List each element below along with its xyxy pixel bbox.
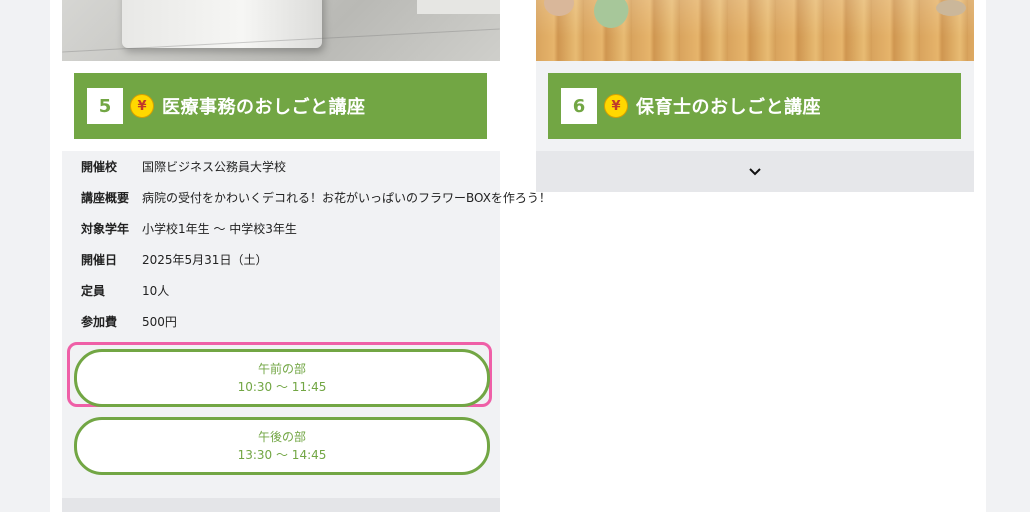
session-name: 午後の部 <box>257 430 306 444</box>
detail-label: 開催校 <box>81 159 118 174</box>
expand-details-button[interactable] <box>536 151 974 192</box>
detail-row-fee: 参加費 500円 <box>81 313 177 329</box>
detail-value: 国際ビジネス公務員大学校 <box>142 159 287 174</box>
course-number: 6 <box>561 88 597 124</box>
course-photo <box>62 0 500 61</box>
course-title-bar: 6 ¥ 保育士のおしごと講座 <box>548 73 961 139</box>
detail-value: 病院の受付をかわいくデコれる！お花がいっぱいのフラワーBOXを作ろう！ <box>142 190 551 205</box>
course-number: 5 <box>87 88 123 124</box>
yen-coin-icon: ¥ <box>604 94 628 118</box>
session-button-morning[interactable]: 午前の部 10:30 〜 11:45 <box>74 349 490 407</box>
detail-row-grade: 対象学年 小学校1年生 〜 中学校3年生 <box>81 220 297 236</box>
detail-row-summary: 講座概要 病院の受付をかわいくデコれる！お花がいっぱいのフラワーBOXを作ろう！ <box>81 189 551 205</box>
detail-value: 小学校1年生 〜 中学校3年生 <box>142 221 297 236</box>
session-time: 13:30 〜 14:45 <box>237 448 327 462</box>
detail-label: 対象学年 <box>81 221 130 236</box>
session-time: 10:30 〜 11:45 <box>237 380 327 394</box>
detail-row-capacity: 定員 10人 <box>81 282 169 298</box>
detail-value: 10人 <box>142 283 170 298</box>
course-title-bar: 5 ¥ 医療事務のおしごと講座 <box>74 73 487 139</box>
course-card-6: 6 ¥ 保育士のおしごと講座 <box>536 0 974 192</box>
course-title: 医療事務のおしごと講座 <box>162 97 366 118</box>
detail-row-date: 開催日 2025年5月31日（土） <box>81 251 267 267</box>
detail-label: 開催日 <box>81 252 118 267</box>
detail-row-school: 開催校 国際ビジネス公務員大学校 <box>81 158 286 174</box>
detail-value: 2025年5月31日（土） <box>142 252 268 267</box>
detail-value: 500円 <box>142 314 177 329</box>
chevron-down-icon <box>749 167 761 175</box>
course-title: 保育士のおしごと講座 <box>636 97 821 118</box>
course-photo <box>536 0 974 61</box>
detail-label: 参加費 <box>81 314 118 329</box>
detail-label: 定員 <box>81 283 106 298</box>
yen-coin-icon: ¥ <box>130 94 154 118</box>
course-card-5: 5 ¥ 医療事務のおしごと講座 開催校 国際ビジネス公務員大学校 講座概要 病院… <box>62 0 551 512</box>
card-footer-strip <box>62 498 500 512</box>
session-name: 午前の部 <box>257 362 306 376</box>
session-button-afternoon[interactable]: 午後の部 13:30 〜 14:45 <box>74 417 490 475</box>
course-details: 開催校 国際ビジネス公務員大学校 講座概要 病院の受付をかわいくデコれる！お花が… <box>62 151 551 512</box>
detail-label: 講座概要 <box>81 190 130 205</box>
